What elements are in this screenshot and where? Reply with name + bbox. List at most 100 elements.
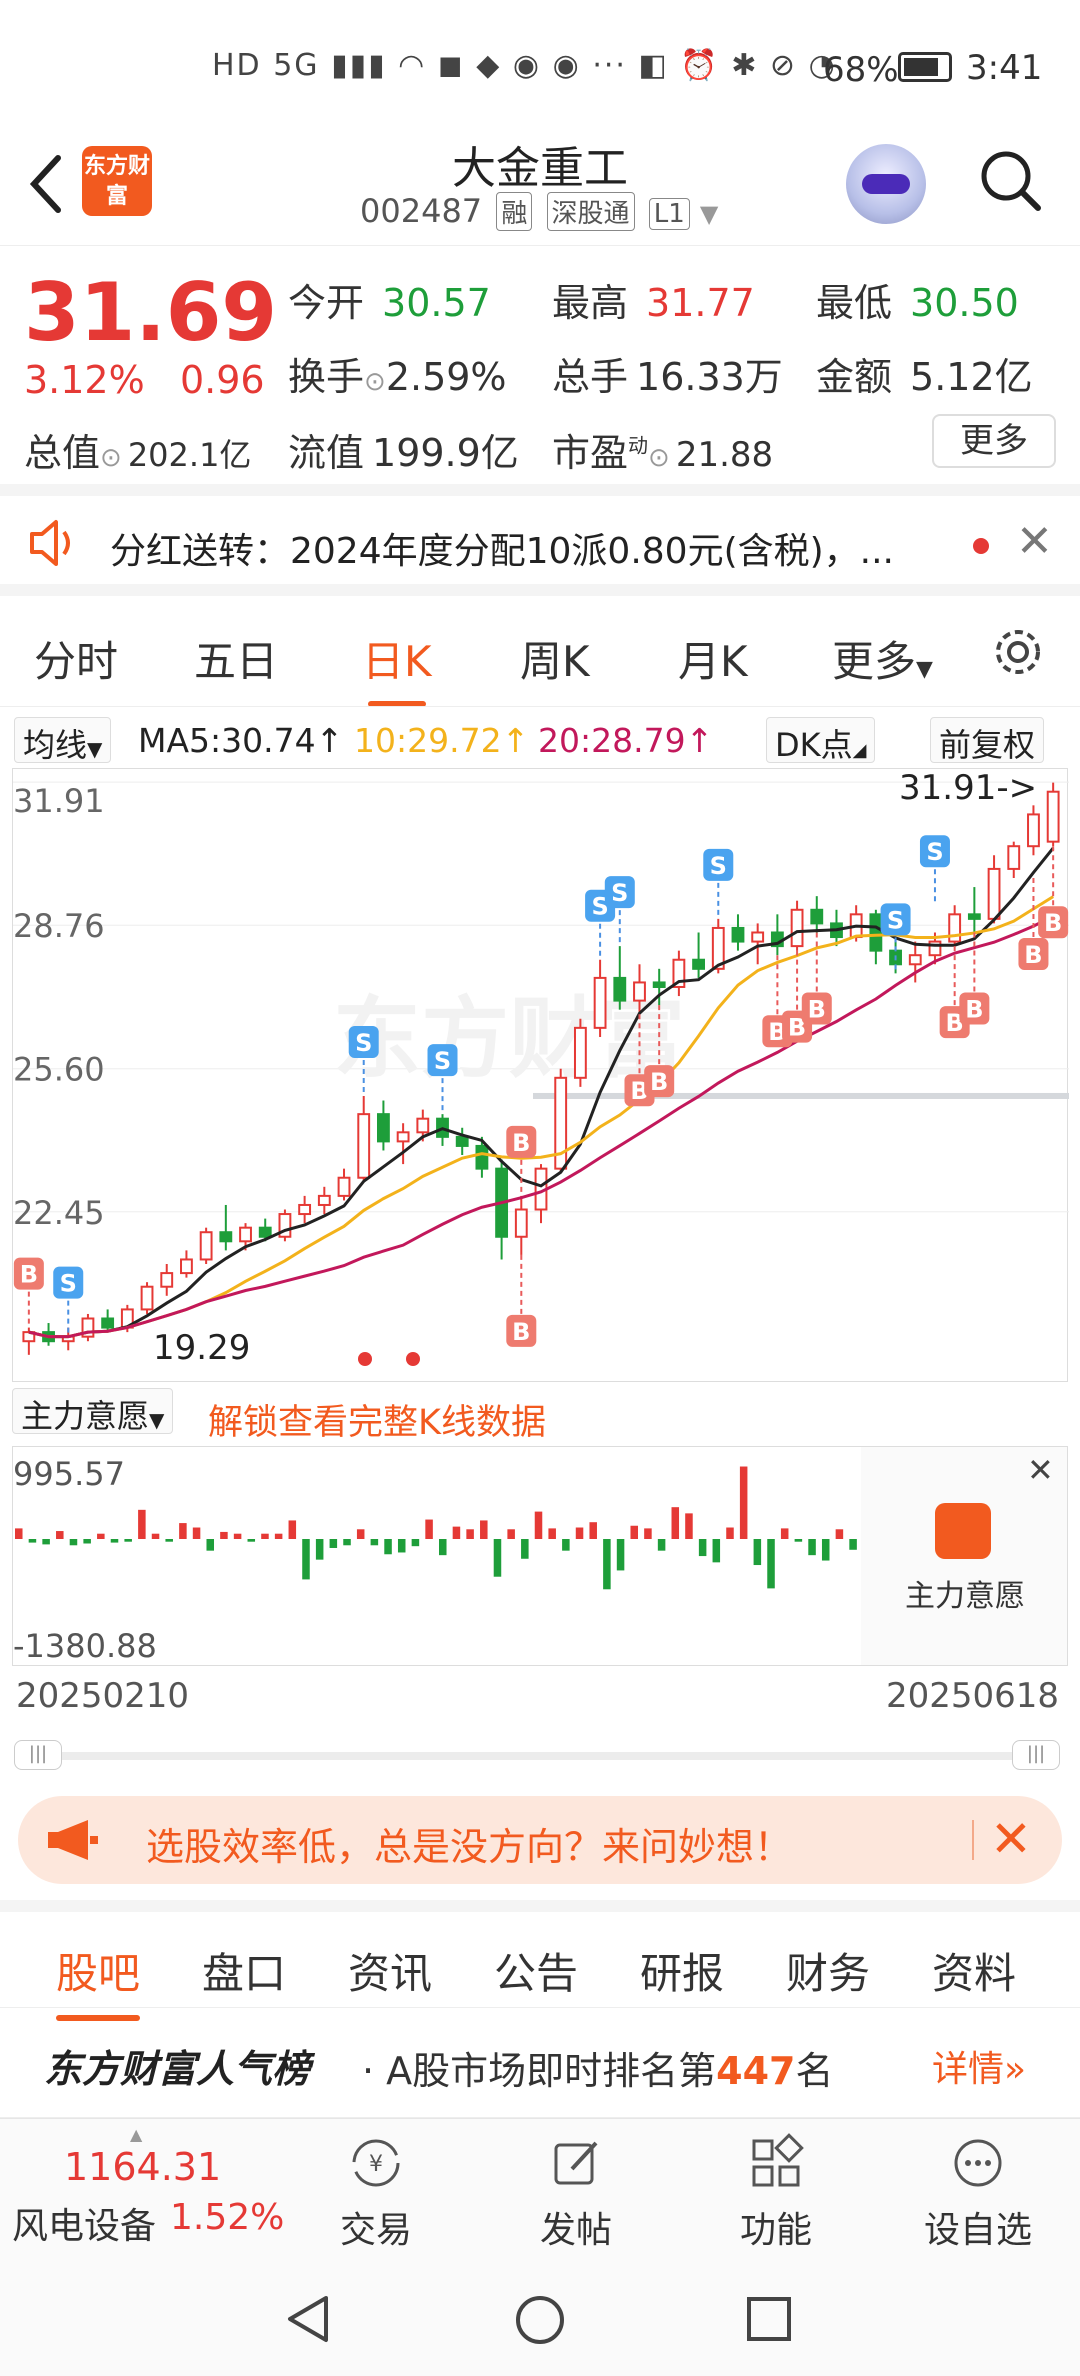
adjust-selector[interactable]: 前复权 <box>930 717 1045 764</box>
tab-news[interactable]: 资讯 <box>348 1940 432 2001</box>
rank-detail-label: 详情 <box>932 2049 1005 2090</box>
support-band <box>533 1092 1069 1099</box>
y-tick-label: 25.60 <box>13 1051 105 1089</box>
indicator-bar <box>712 1539 721 1563</box>
info-tabs: 股吧 盘口 资讯 公告 研报 财务 资料 <box>0 1900 1080 2021</box>
change-value: 0.96 <box>180 358 265 402</box>
nav-recents-icon[interactable] <box>746 2296 792 2342</box>
tab-weekly-k[interactable]: 周K <box>520 628 590 689</box>
functions-button[interactable]: 功能 <box>706 2133 846 2253</box>
info-icon[interactable]: ⊙ <box>364 367 386 397</box>
unlock-link[interactable]: 解锁查看完整K线数据 <box>208 1394 546 1445</box>
candle-body <box>692 958 706 970</box>
ad-banner[interactable]: 选股效率低，总是没方向？来问妙想！ ✕ <box>18 1796 1062 1884</box>
info-icon[interactable]: ⊙ <box>648 443 670 473</box>
tab-profile[interactable]: 资料 <box>932 1940 1016 2001</box>
indicator-selector[interactable]: 主力意愿▼ <box>12 1388 174 1435</box>
popularity-rank[interactable]: 东方财富人气榜 · A股市场即时排名第447名 详情» <box>0 2008 1080 2118</box>
post-button[interactable]: 发帖 <box>506 2133 646 2253</box>
rank-detail-link[interactable]: 详情» <box>932 2040 1026 2092</box>
indicator-bar <box>124 1539 132 1542</box>
stock-header: 东方财富 大金重工 002487 融 深股通 L1 ▼ <box>0 130 1080 246</box>
float-label: 流值 <box>288 431 365 475</box>
tab-finance[interactable]: 财务 <box>786 1940 870 2001</box>
dk-selector[interactable]: DK点◢ <box>766 717 876 764</box>
tab-daily-k[interactable]: 日K <box>362 628 432 707</box>
more-button[interactable]: 更多 <box>932 414 1056 468</box>
slider-right-handle[interactable]: ||| <box>1012 1740 1060 1770</box>
tab-announcements[interactable]: 公告 <box>494 1940 578 2001</box>
chevron-down-icon[interactable]: ▼ <box>700 200 718 228</box>
signal-s-label: S <box>710 852 727 880</box>
indicator-bar <box>452 1526 461 1539</box>
indicator-bar <box>739 1466 748 1539</box>
trade-button[interactable]: ¥ 交易 <box>306 2133 446 2253</box>
system-nav-bar <box>0 2258 1080 2376</box>
slider-left-handle[interactable]: ||| <box>14 1740 62 1770</box>
dividend-notice[interactable]: 分红送转：2024年度分配10派0.80元(含税)，... ✕ <box>0 496 1080 596</box>
tab-monthly-k[interactable]: 月K <box>678 628 748 689</box>
indicator-chart[interactable]: 995.57 -1380.88 ✕ 主力意愿 <box>12 1446 1068 1666</box>
y-tick-label: 31.91 <box>13 782 105 820</box>
signal-s-label: S <box>60 1270 77 1298</box>
indicator-bar <box>110 1539 119 1543</box>
candle-body <box>869 913 883 952</box>
indicator-bar <box>698 1539 707 1557</box>
nav-home-icon[interactable] <box>514 2294 566 2346</box>
close-icon[interactable]: ✕ <box>1016 516 1053 567</box>
indicator-bar <box>849 1539 857 1550</box>
ma-selector-label: 均线 <box>23 726 88 764</box>
tab-forum[interactable]: 股吧 <box>56 1940 141 2021</box>
tab-research[interactable]: 研报 <box>640 1940 724 2001</box>
add-watchlist-button[interactable]: 设自选 <box>908 2133 1048 2253</box>
candle-body <box>810 908 824 925</box>
indicator-bar <box>56 1531 64 1539</box>
sector-index-value[interactable]: 1164.31 <box>64 2145 221 2189</box>
indicator-bar <box>835 1529 844 1539</box>
tab-intraday[interactable]: 分时 <box>34 628 118 689</box>
tab-more[interactable]: 更多▼ <box>832 628 933 689</box>
svg-text:¥: ¥ <box>369 2152 383 2177</box>
indicator-bar <box>42 1539 50 1545</box>
indicator-bar <box>274 1533 283 1539</box>
candle-body <box>652 981 666 988</box>
indicator-lock-overlay[interactable]: ✕ 主力意愿 <box>861 1447 1067 1665</box>
indicator-selector-label: 主力意愿 <box>21 1397 150 1435</box>
tab-orderbook[interactable]: 盘口 <box>202 1940 286 2001</box>
indicator-bar <box>138 1509 146 1539</box>
nav-back-icon[interactable] <box>284 2294 332 2344</box>
indicator-bar <box>794 1539 803 1542</box>
indicator-bar <box>466 1529 474 1539</box>
amount-label: 金额 <box>816 355 893 399</box>
info-icon[interactable]: ⊙ <box>100 443 122 473</box>
candle-body <box>593 976 607 1029</box>
last-price: 31.69 <box>24 266 278 359</box>
ma-selector[interactable]: 均线▼ <box>14 717 112 764</box>
close-icon[interactable]: ✕ <box>990 1810 1032 1868</box>
indicator-bar <box>233 1533 242 1539</box>
event-dot <box>358 1352 372 1366</box>
indicator-bar <box>220 1531 228 1539</box>
gear-icon[interactable] <box>992 626 1044 678</box>
candle-body <box>101 1317 115 1329</box>
open-value: 30.57 <box>382 281 491 325</box>
battery-level: 68% <box>823 50 899 90</box>
low-value: 30.50 <box>910 281 1019 325</box>
range-slider[interactable]: ||| ||| <box>14 1740 1064 1770</box>
yen-cycle-icon: ¥ <box>352 2139 400 2187</box>
search-icon[interactable] <box>978 148 1042 212</box>
assistant-avatar[interactable] <box>846 144 926 224</box>
tab-five-day[interactable]: 五日 <box>194 628 278 689</box>
tag-connect: 深股通 <box>546 192 635 231</box>
indicator-bar <box>302 1539 310 1580</box>
indicator-bar <box>165 1539 173 1542</box>
signal-s-label: S <box>611 879 628 907</box>
close-icon[interactable]: ✕ <box>1027 1451 1054 1489</box>
kline-chart[interactable]: 31.91 28.76 25.60 22.45 东方财富 31.91-> 19.29 B S S S… <box>12 768 1069 1382</box>
signal-s-label: S <box>434 1047 451 1075</box>
functions-label: 功能 <box>739 2210 812 2251</box>
sector-name[interactable]: 风电设备 <box>12 2197 156 2249</box>
tag-level: L1 <box>648 198 690 230</box>
float-value: 199.9亿 <box>372 431 519 475</box>
stock-code-row: 002487 融 深股通 L1 ▼ <box>360 192 718 231</box>
